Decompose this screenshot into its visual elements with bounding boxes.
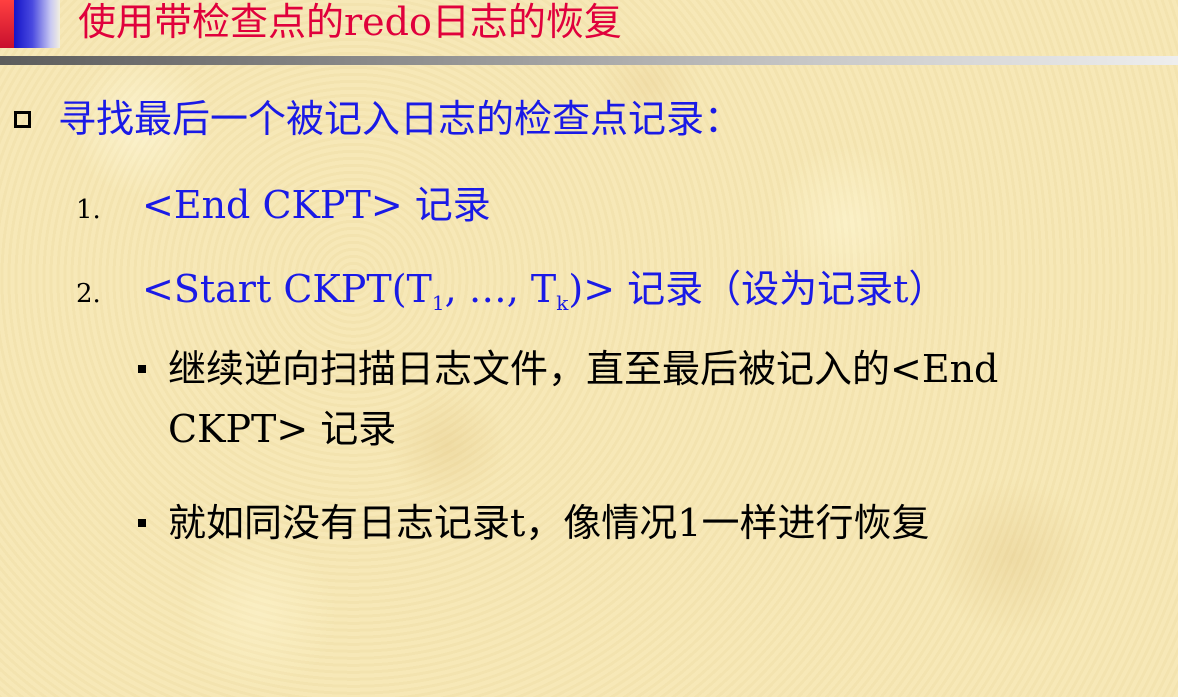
sub-bullet-2: 就如同没有日志记录t，像情况1一样进行恢复 <box>138 493 1148 553</box>
sub-bullet-1: 继续逆向扫描日志文件，直至最后被记入的<End CKPT> 记录 <box>138 339 1148 459</box>
sub-bullet-text: 继续逆向扫描日志文件，直至最后被记入的<End CKPT> 记录 <box>168 347 999 451</box>
sub-bullet-text: 就如同没有日志记录t，像情况1一样进行恢复 <box>168 501 930 545</box>
item-text-start: <Start CKPT(T <box>142 267 432 311</box>
item-text: <End CKPT> 记录 <box>142 183 491 227</box>
slide-title-bar: 使用带检查点的redo日志的恢复 <box>0 0 1178 65</box>
item-text-middle: , …, T <box>444 267 557 311</box>
main-bullet: 寻找最后一个被记入日志的检查点记录： <box>14 94 742 144</box>
title-accent-red <box>0 0 14 48</box>
square-bullet-icon <box>138 365 146 373</box>
slide-title: 使用带检查点的redo日志的恢复 <box>78 0 622 44</box>
main-bullet-text: 寻找最后一个被记入日志的检查点记录： <box>58 97 743 141</box>
item-number: 1. <box>76 195 101 225</box>
numbered-item-1: 1. <End CKPT> 记录 <box>76 174 491 227</box>
title-accent-blue <box>14 0 60 48</box>
item-text-end: )> 记录（设为记录t） <box>568 267 947 311</box>
title-divider <box>0 56 1178 65</box>
square-bullet-icon <box>138 519 146 527</box>
title-accent-block <box>0 0 60 48</box>
item-text: <Start CKPT(T1, …, Tk)> 记录（设为记录t） <box>142 258 946 315</box>
numbered-item-2: 2. <Start CKPT(T1, …, Tk)> 记录（设为记录t） <box>76 258 946 315</box>
checkbox-bullet-icon <box>14 110 31 128</box>
item-number: 2. <box>76 279 101 309</box>
subscript-k: k <box>556 291 569 315</box>
subscript-1: 1 <box>431 291 445 315</box>
